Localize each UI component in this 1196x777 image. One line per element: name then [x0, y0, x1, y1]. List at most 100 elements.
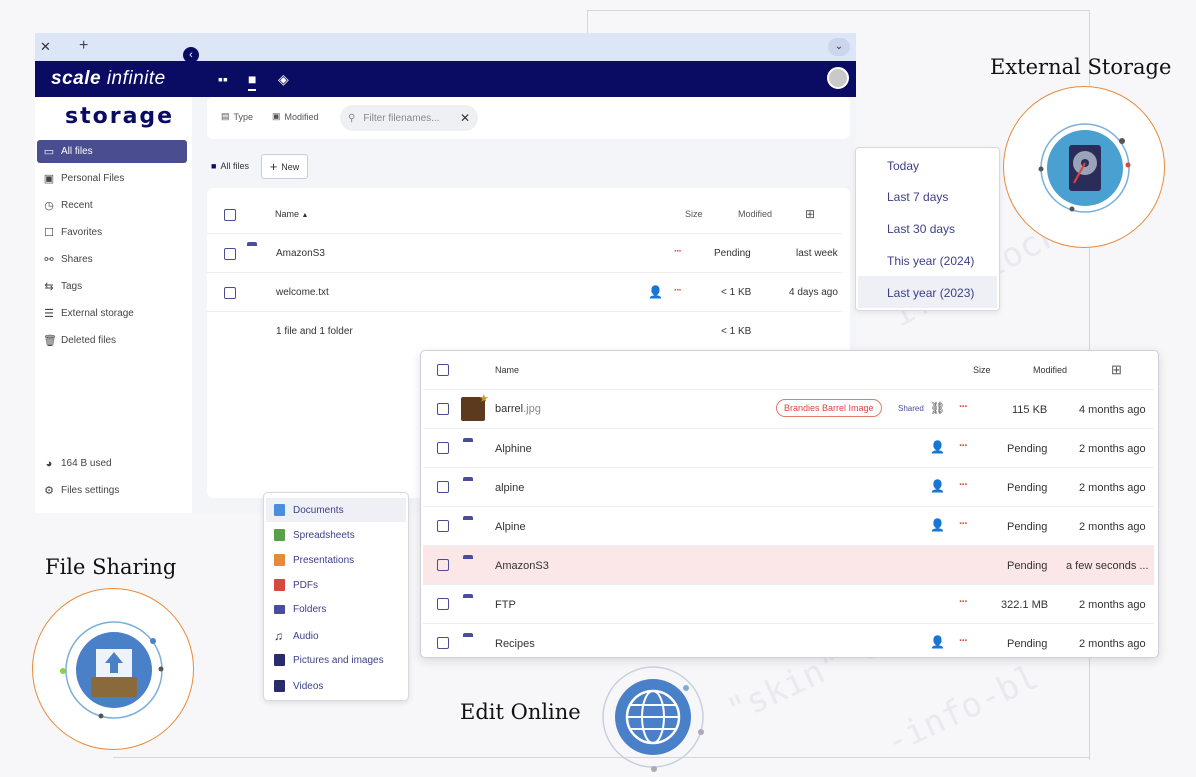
more-actions-icon[interactable]: ···	[959, 518, 968, 530]
row-checkbox[interactable]	[437, 520, 449, 532]
share-user-icon[interactable]: 👤	[648, 285, 663, 299]
files-settings-button[interactable]: ⚙ Files settings	[37, 479, 187, 502]
more-actions-icon[interactable]: ···	[959, 401, 968, 413]
filter-filenames-input[interactable]: ⚲ Filter filenames... ✕	[340, 105, 478, 131]
sidebar-item-favorites[interactable]: ☐ Favorites	[37, 221, 187, 244]
pdf-icon	[274, 579, 285, 591]
photos-app-icon[interactable]: ◈	[278, 71, 289, 88]
more-actions-icon[interactable]: ···	[959, 440, 968, 452]
table-row[interactable]: Recipes 👤 ··· Pending 2 months ago	[423, 624, 1154, 657]
file-size: Pending	[1007, 482, 1048, 494]
share-user-icon[interactable]: 👤	[930, 440, 945, 454]
menu-item-last-30-days[interactable]: Last 30 days	[887, 222, 955, 236]
more-actions-icon[interactable]: ···	[674, 285, 682, 296]
type-filter-button[interactable]: ▤ Type	[221, 111, 253, 122]
name-column-header[interactable]: Name ▲	[275, 209, 308, 219]
sidebar-item-recent[interactable]: ◷ Recent	[37, 194, 187, 217]
table-row[interactable]: Alpine 👤 ··· Pending 2 months ago	[423, 507, 1154, 546]
file-sharing-badge	[32, 588, 194, 750]
dashboard-icon[interactable]: ▪▪	[218, 71, 228, 87]
menu-item-pdfs[interactable]: PDFs	[274, 579, 318, 591]
menu-item-documents[interactable]: Documents	[274, 504, 344, 516]
share-user-icon[interactable]: 👤	[930, 518, 945, 532]
menu-item-videos[interactable]: Videos	[274, 680, 323, 692]
row-checkbox[interactable]	[437, 481, 449, 493]
file-name[interactable]: welcome.txt	[276, 287, 329, 298]
row-checkbox[interactable]	[224, 287, 236, 299]
share-user-icon[interactable]: 👤	[930, 479, 945, 493]
table-row[interactable]: Alphine 👤 ··· Pending 2 months ago	[423, 429, 1154, 468]
menu-item-pictures[interactable]: Pictures and images	[274, 654, 384, 666]
sidebar-item-tags[interactable]: ⇆ Tags	[37, 275, 187, 298]
table-row[interactable]: AmazonS3 ··· Pending last week	[207, 235, 842, 273]
file-name[interactable]: Alphine	[495, 443, 532, 455]
sidebar-item-external-storage[interactable]: ☰ External storage	[37, 302, 187, 325]
table-row[interactable]: alpine 👤 ··· Pending 2 months ago	[423, 468, 1154, 507]
modified-column-header[interactable]: Modified	[738, 209, 772, 219]
file-name[interactable]: FTP	[495, 599, 516, 611]
row-checkbox[interactable]	[437, 598, 449, 610]
menu-item-this-year[interactable]: This year (2024)	[887, 254, 974, 268]
file-name[interactable]: AmazonS3	[276, 248, 325, 259]
menu-item-folders[interactable]: Folders	[274, 604, 326, 615]
file-name[interactable]: Alpine	[495, 521, 526, 533]
size-column-header[interactable]: Size	[685, 209, 703, 219]
menu-item-spreadsheets[interactable]: Spreadsheets	[274, 529, 355, 541]
clear-search-icon[interactable]: ✕	[460, 111, 470, 125]
new-tab-icon[interactable]: +	[79, 37, 88, 55]
tab-menu-icon[interactable]: ⌄	[828, 38, 850, 56]
storage-usage[interactable]: ◕ 164 B used	[37, 452, 187, 475]
more-actions-icon[interactable]: ···	[959, 596, 968, 608]
more-actions-icon[interactable]: ···	[959, 479, 968, 491]
row-checkbox[interactable]	[437, 442, 449, 454]
menu-item-today[interactable]: Today	[887, 159, 919, 173]
close-tab-icon[interactable]: ✕	[40, 39, 51, 55]
grid-view-icon[interactable]: ⊞	[805, 207, 815, 221]
row-checkbox[interactable]	[437, 403, 449, 415]
share-user-icon[interactable]: 👤	[930, 635, 945, 649]
size-column-header[interactable]: Size	[973, 365, 991, 375]
summary-count: 1 file and 1 folder	[276, 326, 353, 337]
table-row[interactable]: ★ barrel.jpg Brandies Barrel Image Share…	[423, 390, 1154, 429]
modified-column-header[interactable]: Modified	[1033, 365, 1067, 375]
row-checkbox[interactable]	[437, 637, 449, 649]
row-checkbox[interactable]	[224, 248, 236, 260]
file-name[interactable]: alpine	[495, 482, 524, 494]
sidebar-item-deleted-files[interactable]: 🗑 Deleted files	[37, 329, 187, 352]
table-row[interactable]: welcome.txt 👤 ··· < 1 KB 4 days ago	[207, 274, 842, 312]
select-all-checkbox[interactable]	[437, 364, 449, 376]
menu-item-last-7-days[interactable]: Last 7 days	[887, 190, 948, 204]
select-all-checkbox[interactable]	[224, 209, 236, 221]
file-name[interactable]: AmazonS3	[495, 560, 549, 572]
files-app-icon[interactable]: ■	[248, 71, 257, 91]
brand-logo[interactable]: scale infinite	[51, 68, 166, 90]
file-modified: 2 months ago	[1079, 599, 1146, 611]
menu-item-audio[interactable]: ♫ Audio	[274, 629, 319, 643]
file-name[interactable]: barrel.jpg	[495, 403, 541, 415]
user-avatar[interactable]	[827, 67, 849, 89]
menu-item-last-year[interactable]: Last year (2023)	[887, 286, 974, 300]
link-icon[interactable]: ⛓	[930, 401, 945, 415]
more-actions-icon[interactable]: ···	[674, 246, 682, 257]
star-icon[interactable]: ★	[479, 392, 489, 405]
table-row[interactable]: FTP ··· 322.1 MB 2 months ago	[423, 585, 1154, 624]
collapse-sidebar-button[interactable]: ‹	[183, 47, 199, 63]
spreadsheet-icon	[274, 529, 285, 541]
file-name[interactable]: Recipes	[495, 638, 535, 650]
breadcrumb[interactable]: ■ All files	[211, 161, 249, 171]
grid-view-icon[interactable]: ⊞	[1111, 362, 1122, 378]
shared-label[interactable]: Shared	[898, 404, 924, 413]
row-checkbox[interactable]	[437, 559, 449, 571]
name-column-header[interactable]: Name	[495, 365, 519, 375]
sidebar-item-shares[interactable]: ⚯ Shares	[37, 248, 187, 271]
menu-item-presentations[interactable]: Presentations	[274, 554, 354, 566]
folder-icon	[274, 605, 285, 614]
new-button[interactable]: + New	[261, 154, 308, 179]
sidebar-item-all-files[interactable]: ▭ All files	[37, 140, 187, 163]
sidebar-item-personal-files[interactable]: ▣ Personal Files	[37, 167, 187, 190]
table-row-highlighted[interactable]: AmazonS3 Pending a few seconds ...	[423, 546, 1154, 585]
modified-filter-button[interactable]: ▣ Modified	[272, 111, 319, 122]
tag-badge[interactable]: Brandies Barrel Image	[776, 399, 882, 417]
more-actions-icon[interactable]: ···	[959, 635, 968, 647]
file-size: Pending	[1007, 560, 1048, 572]
